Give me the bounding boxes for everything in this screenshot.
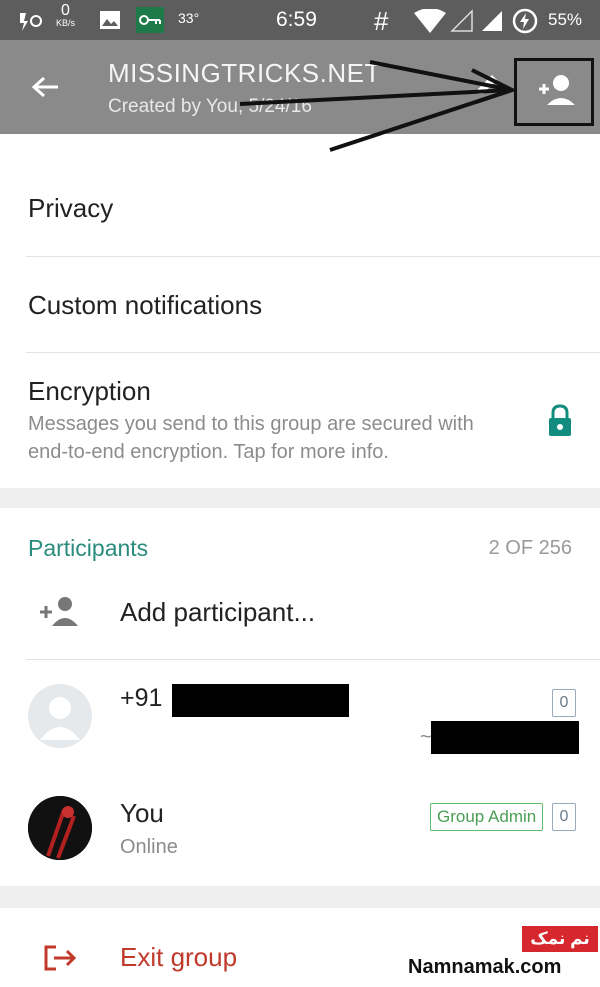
clock: 6:59 bbox=[276, 8, 317, 31]
profile-photo-icon bbox=[28, 796, 92, 860]
participant-name[interactable]: +91 bbox=[120, 684, 162, 713]
add-participant-icon bbox=[40, 597, 78, 626]
encryption-description: Messages you send to this group are secu… bbox=[28, 413, 474, 463]
no-signal-icon bbox=[450, 9, 473, 32]
participant-status: Online bbox=[120, 836, 178, 858]
signal-icon bbox=[482, 11, 502, 31]
badge-count: 0 bbox=[552, 689, 576, 717]
encryption-row[interactable]: Encryption bbox=[28, 376, 151, 407]
custom-notifications-row[interactable]: Custom notifications bbox=[28, 290, 262, 321]
speed-value: 0 bbox=[61, 2, 70, 19]
privacy-row[interactable]: Privacy bbox=[28, 193, 113, 224]
exit-group-button[interactable]: Exit group bbox=[120, 942, 237, 973]
usb-debug-icon bbox=[20, 13, 42, 31]
add-participant-row[interactable]: Add participant... bbox=[120, 597, 315, 628]
wifi-icon bbox=[414, 9, 446, 33]
exit-icon bbox=[44, 945, 77, 971]
divider bbox=[26, 659, 600, 660]
battery-percent: 55% bbox=[548, 10, 583, 29]
add-participant-button[interactable] bbox=[514, 58, 594, 126]
group-title: MISSINGTRICKS.NET bbox=[108, 58, 381, 88]
redacted-number bbox=[172, 684, 349, 717]
app-toolbar: MISSINGTRICKS.NET Created by You, 5/24/1… bbox=[0, 40, 600, 134]
participant-name[interactable]: You bbox=[120, 798, 164, 829]
badge-count: 0 bbox=[552, 803, 576, 831]
key-icon bbox=[136, 7, 164, 33]
section-separator bbox=[0, 488, 600, 508]
group-created-info: Created by You, 5/24/16 bbox=[108, 96, 312, 117]
battery-charging-icon bbox=[512, 8, 538, 34]
group-admin-badge: Group Admin bbox=[430, 803, 544, 831]
back-arrow-icon[interactable] bbox=[26, 67, 66, 107]
image-icon bbox=[100, 11, 120, 29]
redacted-name bbox=[431, 721, 579, 754]
section-separator bbox=[0, 886, 600, 908]
avatar[interactable] bbox=[28, 796, 92, 860]
lock-icon bbox=[549, 404, 571, 436]
avatar[interactable] bbox=[28, 684, 92, 748]
edit-pencil-icon[interactable] bbox=[470, 68, 504, 102]
participants-count: 2 OF 256 bbox=[488, 537, 572, 559]
network-speed: 0 KB/s bbox=[56, 2, 76, 29]
network-type: # bbox=[374, 6, 389, 36]
divider bbox=[26, 256, 600, 257]
default-avatar-icon bbox=[40, 697, 80, 740]
add-person-icon bbox=[539, 75, 575, 105]
participants-header: Participants bbox=[28, 535, 149, 561]
temperature: 33° bbox=[178, 10, 200, 26]
watermark-logo: نم نمک bbox=[522, 926, 598, 952]
status-bar: 0 KB/s 33° 6:59 # 55% bbox=[0, 0, 600, 40]
divider bbox=[26, 352, 600, 353]
speed-unit: KB/s bbox=[56, 18, 76, 28]
participant-status: ~ bbox=[420, 726, 432, 748]
watermark-text: Namnamak.com bbox=[408, 956, 562, 978]
